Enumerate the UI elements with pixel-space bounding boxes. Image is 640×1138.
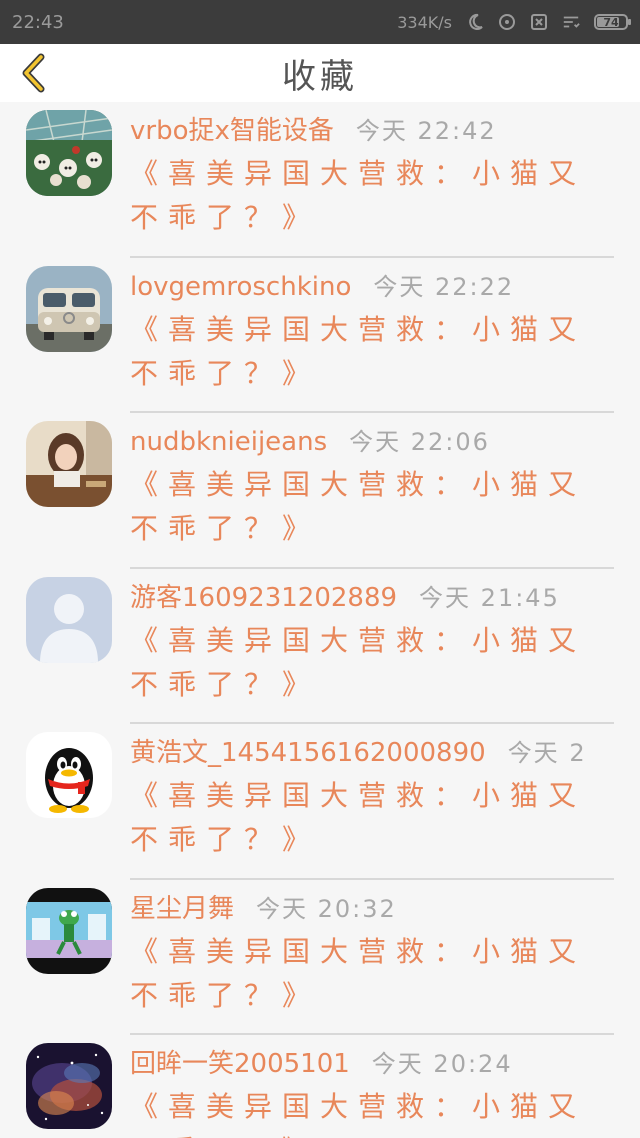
user-name[interactable]: 回眸一笑2005101: [130, 1049, 350, 1079]
chevron-left-icon: [22, 53, 45, 93]
network-speed: 334K/s: [397, 12, 452, 32]
list-item[interactable]: nudbknieijeans 今天 22:06 《喜美异国大营救：小猫又不乖了？》: [0, 413, 640, 569]
moon-icon: [466, 13, 484, 31]
user-name[interactable]: lovgemroschkino: [130, 272, 351, 302]
user-name[interactable]: 星尘月舞: [130, 894, 234, 924]
favorite-title[interactable]: 《喜美异国大营救：小猫又不乖了？》: [130, 463, 610, 551]
status-time: 22:43: [12, 11, 64, 33]
favorite-title[interactable]: 《喜美异国大营救：小猫又不乖了？》: [130, 619, 610, 707]
timestamp: 今天 2: [507, 739, 587, 767]
battery-icon: 74: [594, 14, 631, 30]
default-person-avatar[interactable]: [26, 576, 112, 663]
timestamp: 今天 22:42: [355, 117, 497, 145]
signal-icon: [562, 13, 580, 31]
user-name[interactable]: nudbknieijeans: [130, 427, 327, 457]
timestamp: 今天 21:45: [419, 583, 560, 612]
user-name[interactable]: 游客1609231202889: [130, 583, 397, 613]
qq-penguin-avatar[interactable]: [26, 732, 112, 818]
user-name[interactable]: vrbo捉x智能设备: [130, 116, 334, 146]
timestamp: 今天 22:06: [349, 428, 490, 456]
favorite-title[interactable]: 《喜美异国大营救：小猫又不乖了？》: [130, 152, 610, 240]
list-item[interactable]: vrbo捉x智能设备 今天 22:42 《喜美异国大营救：小猫又不乖了？》: [0, 102, 640, 258]
page-title: 收藏: [282, 56, 358, 97]
nebula-avatar[interactable]: [26, 1043, 112, 1129]
status-bar: 22:43 334K/s 74: [0, 0, 640, 44]
favorite-title[interactable]: 《喜美异国大营救：小猫又不乖了？》: [130, 774, 610, 862]
sim-icon: [530, 13, 548, 31]
favorites-list: vrbo捉x智能设备 今天 22:42 《喜美异国大营救：小猫又不乖了？》 lov…: [0, 102, 640, 1138]
girl-photo-avatar[interactable]: [26, 421, 112, 507]
status-icons: 334K/s 74: [397, 12, 631, 32]
favorite-title[interactable]: 《喜美异国大营救：小猫又不乖了？》: [130, 1085, 610, 1138]
battery-level: 74: [603, 15, 619, 29]
favorite-title[interactable]: 《喜美异国大营救：小猫又不乖了？》: [130, 308, 610, 396]
timestamp: 今天 20:24: [371, 1050, 513, 1078]
vw-van-avatar[interactable]: [26, 265, 112, 352]
favorite-title[interactable]: 《喜美异国大营救：小猫又不乖了？》: [130, 930, 610, 1018]
back-button[interactable]: [14, 52, 54, 94]
nav-bar: 收藏: [0, 44, 640, 102]
list-item[interactable]: lovgemroschkino 今天 22:22 《喜美异国大营救：小猫又不乖了？…: [0, 258, 640, 413]
list-item[interactable]: 星尘月舞 今天 20:32 《喜美异国大营救：小猫又不乖了？》: [0, 880, 640, 1035]
greenhouse-lanterns-avatar[interactable]: [26, 110, 112, 196]
cartoon-frog-avatar[interactable]: [26, 887, 112, 974]
list-item[interactable]: 黄浩文_1454156162000890 今天 2 《喜美异国大营救：小猫又不乖了…: [0, 724, 640, 880]
timestamp: 今天 22:22: [373, 272, 515, 301]
alarm-icon: [498, 13, 516, 31]
user-name[interactable]: 黄浩文_1454156162000890: [130, 738, 486, 768]
timestamp: 今天 20:32: [256, 894, 397, 923]
list-item[interactable]: 游客1609231202889 今天 21:45 《喜美异国大营救：小猫又不乖了？…: [0, 569, 640, 724]
list-item[interactable]: 回眸一笑2005101 今天 20:24 《喜美异国大营救：小猫又不乖了？》: [0, 1035, 640, 1138]
